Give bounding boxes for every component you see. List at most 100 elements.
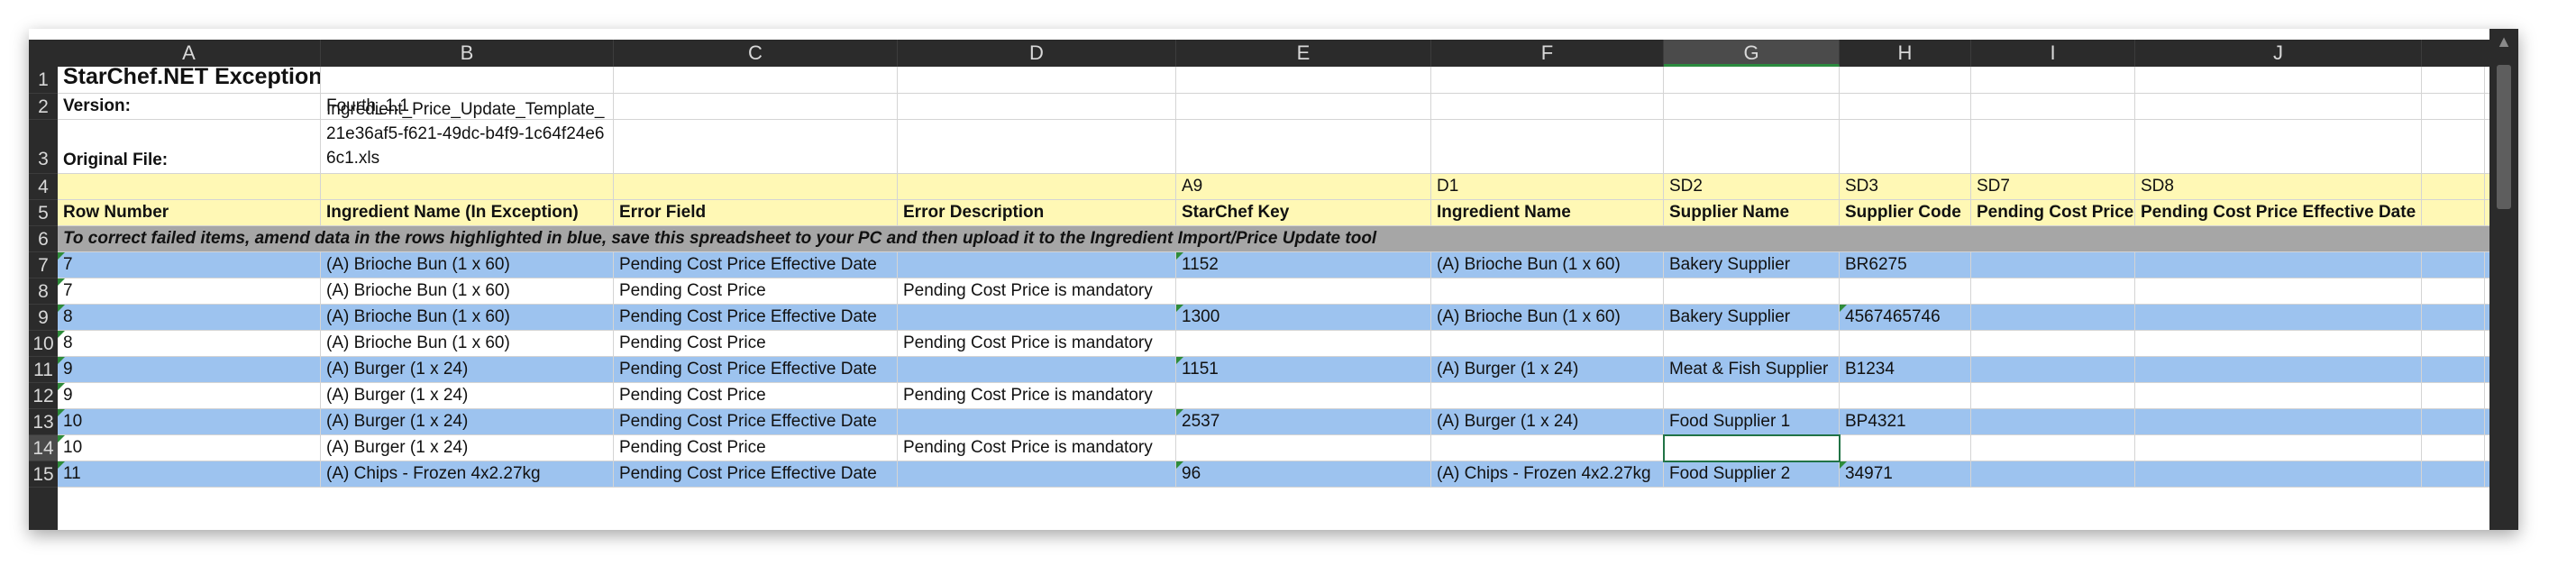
pending-effective-date-cell[interactable]	[2135, 331, 2422, 356]
row-header-7[interactable]: 7	[29, 252, 58, 278]
starchef-key-cell[interactable]: 1300	[1176, 305, 1431, 330]
cell-b[interactable]	[321, 67, 614, 93]
row-number-cell[interactable]: 8	[58, 331, 321, 356]
supplier-code-cell[interactable]	[1840, 331, 1971, 356]
error-field-cell[interactable]: Pending Cost Price Effective Date	[614, 357, 898, 382]
cell-j[interactable]	[2135, 120, 2422, 173]
ingredient-exception-cell[interactable]: (A) Burger (1 x 24)	[321, 409, 614, 434]
instruction-banner[interactable]: To correct failed items, amend data in t…	[58, 226, 2485, 251]
column-header-h[interactable]: H	[1840, 40, 1971, 67]
ingredient-exception-cell[interactable]: (A) Chips - Frozen 4x2.27kg	[321, 461, 614, 487]
pending-cost-price-cell[interactable]	[1971, 383, 2135, 408]
cell-f[interactable]	[1431, 94, 1664, 119]
ingredient-exception-cell[interactable]: (A) Brioche Bun (1 x 60)	[321, 305, 614, 330]
row-number-cell[interactable]: 8	[58, 305, 321, 330]
supplier-code-cell[interactable]: 4567465746	[1840, 305, 1971, 330]
error-field-cell[interactable]: Pending Cost Price Effective Date	[614, 252, 898, 278]
header-cell-d[interactable]: Error Description	[898, 200, 1176, 225]
cell-h[interactable]	[1840, 120, 1971, 173]
cell-c[interactable]	[614, 67, 898, 93]
column-header-c[interactable]: C	[614, 40, 898, 67]
error-field-cell[interactable]: Pending Cost Price Effective Date	[614, 305, 898, 330]
header-cell-i[interactable]: Pending Cost Price	[1971, 200, 2135, 225]
row-header-8[interactable]: 8	[29, 278, 58, 305]
supplier-code-cell[interactable]: 34971	[1840, 461, 1971, 487]
pending-cost-price-cell[interactable]	[1971, 278, 2135, 304]
pending-effective-date-cell[interactable]	[2135, 357, 2422, 382]
supplier-code-cell[interactable]: BP4321	[1840, 409, 1971, 434]
cell-e[interactable]	[1176, 67, 1431, 93]
code-cell-c[interactable]	[614, 174, 898, 199]
row-header-9[interactable]: 9	[29, 305, 58, 331]
supplier-name-cell[interactable]	[1664, 383, 1840, 408]
code-cell-h[interactable]: SD3	[1840, 174, 1971, 199]
column-header-e[interactable]: E	[1176, 40, 1431, 67]
pending-effective-date-cell[interactable]	[2135, 278, 2422, 304]
supplier-name-cell[interactable]: Bakery Supplier	[1664, 252, 1840, 278]
ingredient-name-cell[interactable]	[1431, 383, 1664, 408]
header-cell-g[interactable]: Supplier Name	[1664, 200, 1840, 225]
original-file-value[interactable]: Ingredient_Price_Update_Template_21e36af…	[321, 94, 614, 174]
cell-undefined[interactable]	[2422, 409, 2485, 434]
row-header-12[interactable]: 12	[29, 383, 58, 409]
cell-i[interactable]	[1971, 120, 2135, 173]
cell-g[interactable]	[1664, 94, 1840, 119]
supplier-code-cell[interactable]	[1840, 435, 1971, 461]
column-header-a[interactable]: A	[58, 40, 321, 67]
supplier-name-cell[interactable]: Meat & Fish Supplier	[1664, 357, 1840, 382]
starchef-key-cell[interactable]: 1152	[1176, 252, 1431, 278]
error-field-cell[interactable]: Pending Cost Price	[614, 435, 898, 461]
row-header-15[interactable]: 15	[29, 461, 58, 488]
ingredient-exception-cell[interactable]: (A) Brioche Bun (1 x 60)	[321, 331, 614, 356]
column-header-d[interactable]: D	[898, 40, 1176, 67]
ingredient-name-cell[interactable]	[1431, 331, 1664, 356]
row-header-2[interactable]: 2	[29, 94, 58, 120]
error-description-cell[interactable]	[898, 357, 1176, 382]
cell-undefined[interactable]	[2422, 200, 2485, 225]
row-number-cell[interactable]: 11	[58, 461, 321, 487]
supplier-name-cell[interactable]	[1664, 435, 1840, 461]
starchef-key-cell[interactable]	[1176, 278, 1431, 304]
cell-d[interactable]	[898, 94, 1176, 119]
cell-undefined[interactable]	[2422, 174, 2485, 199]
cell-c[interactable]	[614, 120, 898, 173]
error-description-cell[interactable]: Pending Cost Price is mandatory	[898, 383, 1176, 408]
ingredient-exception-cell[interactable]: (A) Burger (1 x 24)	[321, 383, 614, 408]
vertical-scrollbar[interactable]: ▲	[2489, 29, 2518, 530]
row-header-3[interactable]: 3	[29, 120, 58, 174]
scroll-up-icon[interactable]: ▲	[2489, 32, 2518, 51]
version-label[interactable]: Version:	[58, 94, 321, 119]
ingredient-exception-cell[interactable]: (A) Brioche Bun (1 x 60)	[321, 278, 614, 304]
row-header-1[interactable]: 1	[29, 67, 58, 94]
row-header-13[interactable]: 13	[29, 409, 58, 435]
pending-cost-price-cell[interactable]	[1971, 357, 2135, 382]
ingredient-name-cell[interactable]: (A) Burger (1 x 24)	[1431, 409, 1664, 434]
column-header-j[interactable]: J	[2135, 40, 2422, 67]
cell-j[interactable]	[2135, 67, 2422, 93]
column-header-i[interactable]: I	[1971, 40, 2135, 67]
row-number-cell[interactable]: 10	[58, 409, 321, 434]
starchef-key-cell[interactable]	[1176, 331, 1431, 356]
ingredient-name-cell[interactable]	[1431, 435, 1664, 461]
error-description-cell[interactable]	[898, 305, 1176, 330]
cell-undefined[interactable]	[2422, 461, 2485, 487]
error-field-cell[interactable]: Pending Cost Price	[614, 278, 898, 304]
row-number-cell[interactable]: 9	[58, 383, 321, 408]
row-header-6[interactable]: 6	[29, 226, 58, 252]
code-cell-i[interactable]: SD7	[1971, 174, 2135, 199]
cell-i[interactable]	[1971, 94, 2135, 119]
code-cell-j[interactable]: SD8	[2135, 174, 2422, 199]
cell-f[interactable]	[1431, 67, 1664, 93]
starchef-key-cell[interactable]: 96	[1176, 461, 1431, 487]
supplier-code-cell[interactable]: B1234	[1840, 357, 1971, 382]
cell-g[interactable]	[1664, 67, 1840, 93]
cell-d[interactable]	[898, 120, 1176, 173]
error-description-cell[interactable]: Pending Cost Price is mandatory	[898, 435, 1176, 461]
header-cell-e[interactable]: StarChef Key	[1176, 200, 1431, 225]
cell-e[interactable]	[1176, 94, 1431, 119]
starchef-key-cell[interactable]	[1176, 435, 1431, 461]
cell-c[interactable]	[614, 94, 898, 119]
row-header-11[interactable]: 11	[29, 357, 58, 383]
header-cell-f[interactable]: Ingredient Name	[1431, 200, 1664, 225]
row-header-14[interactable]: 14	[29, 435, 58, 461]
